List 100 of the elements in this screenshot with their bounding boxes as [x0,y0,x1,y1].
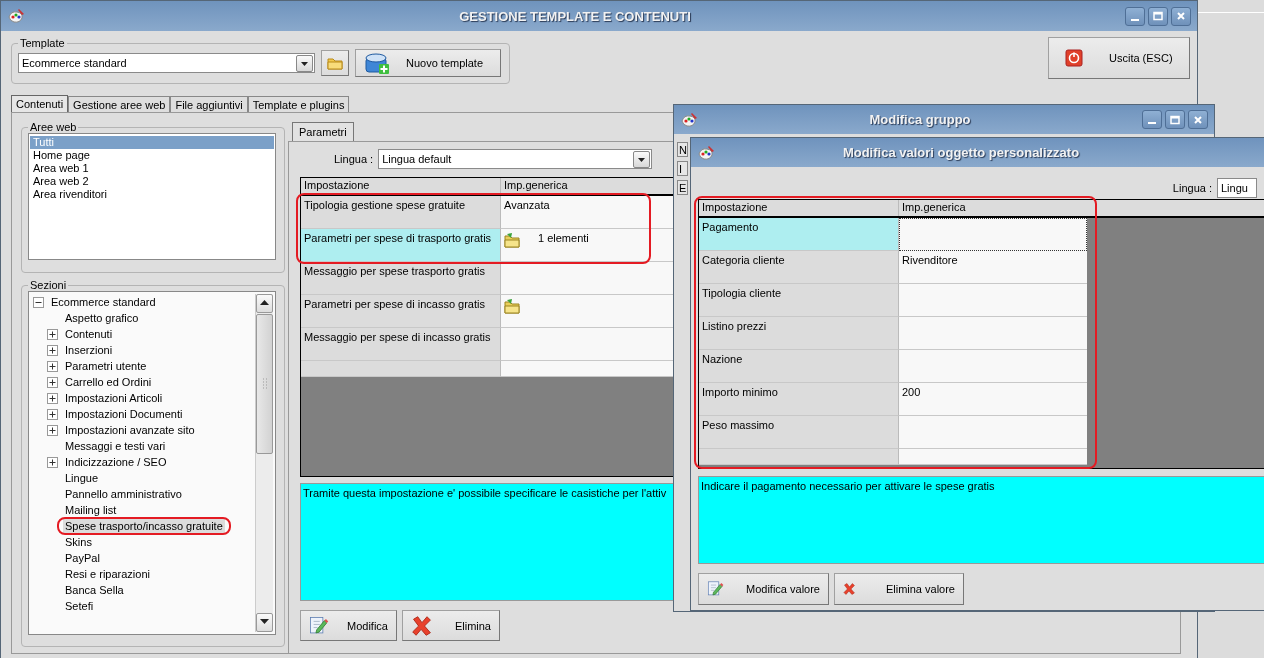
tree-item[interactable]: Banca Sella [63,583,126,597]
plus-icon[interactable] [47,344,58,356]
window-title: Modifica valori oggetto personalizzato [841,145,1081,160]
tree-item[interactable]: Lingue [63,471,101,485]
tree-item[interactable]: Messaggi e testi vari [63,439,168,453]
list-item[interactable]: Area web 1 [30,162,274,175]
minimize-icon [1131,18,1139,21]
window-title: Modifica gruppo [868,112,972,127]
tree-item[interactable]: Impostazioni Documenti [63,407,185,421]
app-icon [7,8,25,24]
grip-icon [261,378,268,390]
setting-cell[interactable]: Pagamento [699,218,899,251]
value-cell[interactable]: 200 [899,383,1087,416]
description-text: Indicare il pagamento necessario per attivare le spese gratis [701,480,995,492]
maximize-button[interactable] [1148,6,1168,26]
tree-item[interactable]: Ecommerce standard [49,295,158,309]
close-icon [1176,11,1186,21]
setting-cell[interactable]: Peso massimo [699,416,899,449]
language-dropdown[interactable]: Lingu [1217,178,1257,198]
tree-item[interactable]: Impostazioni avanzate sito [63,423,197,437]
tree-item[interactable]: Skins [63,535,94,549]
setting-cell[interactable]: Listino prezzi [699,317,899,350]
plus-icon[interactable] [47,328,58,340]
group-label: Sezioni [29,279,68,291]
template-dropdown[interactable]: Ecommerce standard [18,53,315,73]
tab[interactable]: N [677,142,688,157]
edit-button[interactable]: Modifica [300,610,397,641]
plus-icon[interactable] [47,456,58,468]
group-label: Template [19,37,66,49]
close-button[interactable] [1171,6,1191,26]
plus-icon[interactable] [47,376,58,388]
scroll-down-button[interactable] [256,613,273,632]
tree-item[interactable]: Parametri utente [63,359,149,373]
tree-item[interactable]: Resi e riparazioni [63,567,152,581]
tab[interactable]: Parametri [292,122,354,141]
tree-item[interactable]: Contenuti [63,327,115,341]
edit-button[interactable]: Modifica valore [698,573,829,605]
tree-item[interactable]: Setefi [63,599,96,613]
scrollbar[interactable] [255,294,273,632]
column-header: I [677,161,688,176]
scroll-thumb[interactable] [256,314,273,454]
open-folder-button[interactable] [321,50,349,76]
folder-icon [504,298,520,314]
maximize-button[interactable] [1165,110,1185,129]
tree-item[interactable]: PayPal [63,551,102,565]
plus-icon[interactable] [47,424,58,436]
field-label: Lingua : [334,153,374,165]
delete-button[interactable]: Elimina [402,610,500,641]
tree-item[interactable]: Aspetto grafico [63,311,141,325]
folder-icon [504,232,520,248]
close-button[interactable] [1188,110,1208,129]
tab[interactable]: File aggiuntivi [170,96,248,112]
setting-cell[interactable]: Tipologia cliente [699,284,899,317]
setting-cell[interactable]: Parametri per spese di incasso gratis [301,295,501,328]
setting-cell[interactable]: Messaggio per spese di incasso gratis [301,328,501,361]
app-icon [697,144,715,161]
value-cell[interactable]: Rivenditore [899,251,1087,284]
delete-button[interactable]: Elimina valore [834,573,964,605]
tree-item[interactable]: Mailing list [63,503,119,517]
minus-icon[interactable] [33,296,44,308]
setting-cell[interactable]: Categoria cliente [699,251,899,284]
value-cell[interactable] [899,218,1087,251]
scroll-up-button[interactable] [256,294,273,313]
description-text: Tramite questa impostazione e' possibile specificare le casistiche per l'attiv [303,487,667,499]
plus-icon[interactable] [47,408,58,420]
new-template-button[interactable]: Nuovo template [355,49,501,77]
language-dropdown[interactable]: Lingua default [378,149,653,169]
column-header: Impostazione [301,178,501,194]
window-title: GESTIONE TEMPLATE E CONTENUTI [458,8,692,24]
setting-cell[interactable]: Importo minimo [699,383,899,416]
plus-icon[interactable] [47,360,58,372]
maximize-icon [1153,11,1163,21]
app-icon [680,111,698,128]
column-header: Imp.generica [901,200,967,215]
tree-item[interactable]: Inserzioni [63,343,115,357]
exit-button[interactable]: Uscita (ESC) [1048,37,1190,79]
list-item[interactable]: Area rivenditori [30,188,274,201]
column-header: Imp.generica [503,178,569,193]
minimize-button[interactable] [1142,110,1162,129]
tree-item[interactable]: Carrello ed Ordini [63,375,154,389]
maximize-icon [1170,114,1180,125]
setting-cell[interactable]: Nazione [699,350,899,383]
list-item[interactable]: Home page [30,149,274,162]
list-item[interactable]: Area web 2 [30,175,274,188]
tree-item[interactable]: Pannello amministrativo [63,487,184,501]
setting-cell[interactable]: Messaggio per spese trasporto gratis [301,262,501,295]
tab[interactable]: Template e plugins [247,96,350,112]
minimize-icon [1148,122,1156,124]
setting-cell[interactable]: Parametri per spese di trasporto gratis [301,229,501,262]
setting-cell[interactable]: Tipologia gestione spese gratuite [301,196,501,229]
tree-item[interactable]: Impostazioni Articoli [63,391,165,405]
close-icon [1193,114,1203,125]
group-label: Aree web [29,121,78,133]
tree-item[interactable]: Spese trasporto/incasso gratuite [63,519,225,533]
tab[interactable]: Contenuti [11,95,69,112]
power-icon [1065,49,1083,67]
tree-item[interactable]: Indicizzazione / SEO [63,455,169,469]
tab[interactable]: Gestione aree web [68,96,171,112]
minimize-button[interactable] [1125,6,1145,26]
plus-icon[interactable] [47,392,58,404]
